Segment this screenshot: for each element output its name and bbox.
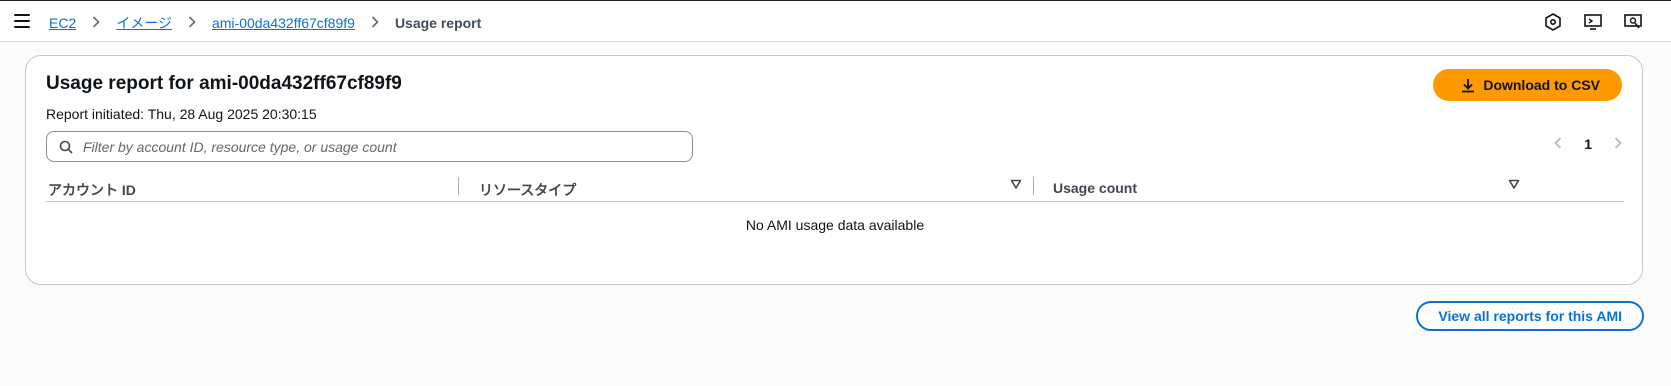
download-csv-button[interactable]: Download to CSV bbox=[1433, 69, 1622, 101]
sort-icon[interactable] bbox=[1508, 178, 1520, 190]
filter-placeholder: Filter by account ID, resource type, or … bbox=[83, 138, 397, 155]
chevron-left-icon[interactable] bbox=[1554, 136, 1562, 152]
column-resizer[interactable] bbox=[458, 177, 459, 195]
column-resource-type[interactable]: リソースタイプ bbox=[479, 180, 576, 200]
breadcrumb-images[interactable]: イメージ bbox=[116, 13, 172, 33]
breadcrumb-current: Usage report bbox=[394, 15, 482, 31]
report-initiated: Report initiated: Thu, 28 Aug 2025 20:30… bbox=[46, 106, 317, 122]
chevron-right-icon bbox=[365, 15, 385, 31]
top-navigation: EC2 イメージ ami-00da432ff67cf89f9 Usage rep… bbox=[0, 0, 1671, 42]
column-resizer[interactable] bbox=[1033, 177, 1034, 195]
breadcrumb-ami[interactable]: ami-00da432ff67cf89f9 bbox=[212, 15, 355, 31]
search-icon bbox=[59, 140, 73, 154]
pagination: 1 bbox=[1554, 136, 1622, 152]
breadcrumb: EC2 イメージ ami-00da432ff67cf89f9 Usage rep… bbox=[49, 13, 481, 33]
utility-icons bbox=[1543, 12, 1643, 32]
empty-state: No AMI usage data available bbox=[745, 217, 925, 233]
sort-icon[interactable] bbox=[1010, 178, 1022, 190]
usage-report-panel: Usage report for ami-00da432ff67cf89f9 R… bbox=[25, 55, 1643, 285]
breadcrumb-ec2[interactable]: EC2 bbox=[49, 15, 76, 31]
menu-icon[interactable] bbox=[14, 14, 30, 28]
column-account-id: アカウント ID bbox=[48, 182, 136, 198]
table-header: アカウント ID リソースタイプ Usage count bbox=[46, 174, 1624, 202]
page-number[interactable]: 1 bbox=[1584, 136, 1592, 152]
notifications-icon[interactable] bbox=[1543, 12, 1563, 32]
download-icon bbox=[1462, 78, 1475, 92]
chevron-right-icon bbox=[86, 15, 106, 31]
chevron-right-icon[interactable] bbox=[1614, 136, 1622, 152]
filter-input[interactable]: Filter by account ID, resource type, or … bbox=[46, 131, 693, 162]
cloudshell-icon[interactable] bbox=[1583, 12, 1603, 32]
column-usage-count[interactable]: Usage count bbox=[1053, 180, 1137, 196]
download-csv-label: Download to CSV bbox=[1483, 77, 1600, 93]
chevron-right-icon bbox=[182, 15, 202, 31]
feedback-icon[interactable] bbox=[1623, 12, 1643, 32]
view-all-reports-button[interactable]: View all reports for this AMI bbox=[1416, 301, 1644, 331]
page-title: Usage report for ami-00da432ff67cf89f9 bbox=[46, 73, 402, 94]
